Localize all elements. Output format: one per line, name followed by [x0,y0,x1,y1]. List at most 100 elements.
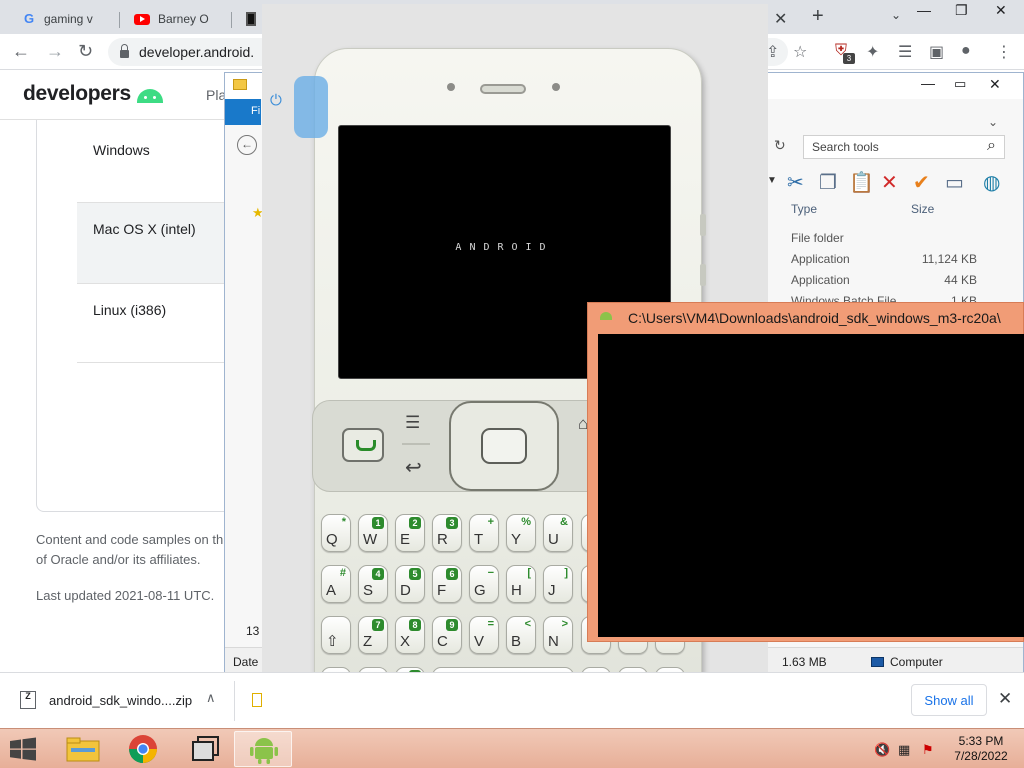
key-label: Z [363,633,373,650]
key-label: A [326,582,337,599]
key-E[interactable]: E2 [395,514,425,552]
power-icon: ⏻ [270,92,282,109]
profile-avatar-icon[interactable]: ● [961,42,971,60]
taskbar-console[interactable] [176,731,234,767]
date-label: Date [233,655,259,669]
taskbar-explorer[interactable] [54,731,112,767]
os-row-mac[interactable]: Mac OS X (intel) [77,203,227,283]
key-D[interactable]: D5 [395,565,425,603]
key-A[interactable]: A # [321,565,351,603]
power-button[interactable] [294,76,328,138]
copy-icon[interactable]: ❐ [819,170,837,195]
windows-taskbar: 🔇 ▦ ⚑ 5:33 PM 7/28/2022 [0,728,1024,768]
extensions-puzzle-icon[interactable]: ✦ [866,42,879,62]
dpad-center-button[interactable] [481,428,527,464]
key-Y[interactable]: Y% [506,514,536,552]
menu-key-icon[interactable]: ☰ [405,413,420,433]
key-G[interactable]: G − [469,565,499,603]
key-Q[interactable]: Q * [321,514,351,552]
key-S[interactable]: S4 [358,565,388,603]
taskbar-android-emulator[interactable] [234,731,292,767]
close-tab-icon[interactable]: ✕ [774,9,787,29]
close-download-bar-icon[interactable]: ✕ [998,689,1012,709]
key-V[interactable]: V = [469,616,499,654]
bookmark-star-icon[interactable]: ☆ [793,42,807,62]
speaker-muted-icon[interactable]: 🔇 [874,742,890,758]
windows-start-icon[interactable] [8,737,38,761]
globe-icon[interactable]: ◍ [983,170,1000,195]
key-J[interactable]: J] [543,565,573,603]
paste-icon[interactable]: 📋 [849,170,874,195]
minimize-icon[interactable]: — [921,75,935,91]
key-Z[interactable]: Z7 [358,616,388,654]
logo-text: developers [23,82,131,105]
action-center-icon[interactable]: ⚑ [922,742,934,758]
file-explorer-icon [66,737,100,762]
search-tools-input[interactable]: Search tools [803,135,1005,159]
apply-check-icon[interactable]: ✔ [913,170,930,195]
download-filename[interactable]: android_sdk_windo....zip [49,693,192,708]
address-dropdown-icon[interactable]: ⌄ [988,115,998,129]
os-row-linux[interactable]: Linux (i386) [77,284,227,364]
os-row-windows[interactable]: Windows [77,124,227,204]
back-icon[interactable]: ← [12,41,30,62]
tab-gaming[interactable]: G gaming v [12,4,120,34]
key-N[interactable]: N > [543,616,573,654]
side-panel-icon[interactable]: ▣ [929,42,944,62]
close-window-icon[interactable]: ✕ [989,76,1001,93]
volume-down-button[interactable] [700,264,706,286]
maximize-icon[interactable]: ▭ [954,76,966,92]
key-⇧[interactable]: ⇧ [321,616,351,654]
media-queue-icon[interactable]: ☰ [898,42,912,62]
share-icon[interactable]: ⇪ [766,42,779,62]
key-T[interactable]: T + [469,514,499,552]
properties-icon[interactable]: ▭ [945,170,964,195]
key-alt-label: 3 [446,517,458,529]
call-button[interactable] [342,428,384,462]
reload-icon[interactable]: ↻ [78,41,93,62]
new-tab-icon[interactable]: + [812,5,824,28]
folder-icon [233,79,247,90]
key-C[interactable]: C9 [432,616,462,654]
volume-up-button[interactable] [700,214,706,236]
key-alt-label: 1 [372,517,384,529]
tab-barney[interactable]: Barney O [124,4,232,34]
key-R[interactable]: R3 [432,514,462,552]
console-output[interactable] [598,334,1024,637]
dropdown-arrow-icon[interactable]: ▼ [767,175,777,186]
show-all-label: Show all [924,692,974,708]
key-F[interactable]: F6 [432,565,462,603]
show-all-button[interactable]: Show all [911,684,987,716]
key-U[interactable]: U & [543,514,573,552]
forward-icon[interactable]: → [46,41,64,62]
file-ribbon-tab[interactable]: Fi [225,99,261,125]
taskbar-chrome[interactable] [114,731,172,767]
file-size: 11,124 KB [921,252,977,266]
key-X[interactable]: X8 [395,616,425,654]
sdk-console-window: C:\Users\VM4\Downloads\android_sdk_windo… [587,302,1024,642]
restore-icon[interactable]: ❐ [955,2,968,19]
key-H[interactable]: H[ [506,565,536,603]
key-label: E [400,531,411,548]
lock-icon [120,44,129,58]
cut-icon[interactable]: ✂ [787,170,804,195]
led-right [552,83,560,91]
column-type[interactable]: Type [791,202,817,216]
minimize-icon[interactable]: — [917,2,931,18]
tab-search-icon[interactable]: ⌄ [891,8,901,22]
back-key-icon[interactable]: ↩ [405,455,422,480]
key-B[interactable]: B < [506,616,536,654]
close-window-icon[interactable]: ✕ [995,2,1007,19]
delete-icon[interactable]: ✕ [881,170,898,195]
download-options-icon[interactable]: ∧ [206,690,216,706]
taskbar-clock[interactable]: 5:33 PM 7/28/2022 [949,734,1013,764]
next-download-icon[interactable] [252,693,262,707]
explorer-back-icon[interactable]: ← [237,135,257,155]
column-size[interactable]: Size [911,202,934,216]
refresh-icon[interactable]: ↻ [774,137,786,154]
developers-logo[interactable]: developers [23,82,163,106]
key-W[interactable]: W1 [358,514,388,552]
network-icon[interactable]: ▦ [898,742,910,758]
earpiece-speaker [480,84,526,94]
menu-kebab-icon[interactable]: ⋮ [996,42,1012,62]
